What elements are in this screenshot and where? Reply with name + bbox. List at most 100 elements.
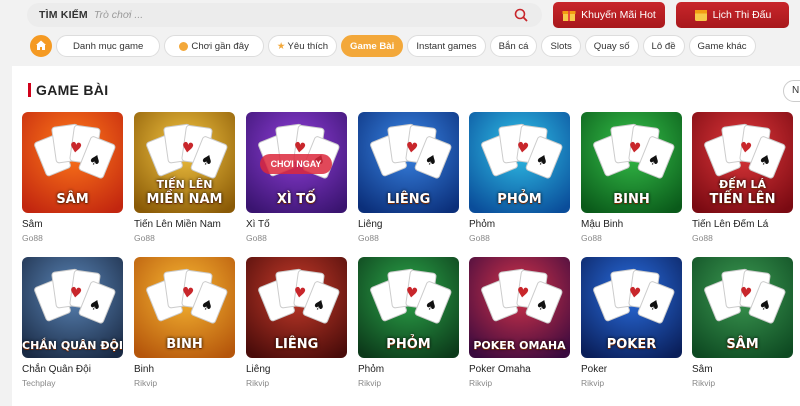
thumbnail-subtitle: ĐẾM LÁ [718, 178, 767, 191]
thumbnail-title: TIẾN LÊN [709, 192, 776, 207]
svg-text:♥: ♥ [738, 140, 753, 158]
thumbnail-title: BINH [613, 192, 650, 207]
game-name: Chắn Quân Đội [22, 364, 91, 375]
game-provider: Go88 [246, 233, 267, 243]
game-name: Poker Omaha [469, 364, 531, 375]
game-provider: Go88 [581, 233, 602, 243]
game-name: Liêng [358, 219, 383, 230]
game-thumbnail[interactable]: ♥ ♠ BINH [581, 112, 682, 213]
game-card[interactable]: ♥ ♠ POKER OMAHA Poker Omaha Rikvip [469, 257, 570, 388]
thumbnail-title: MIỀN NAM [146, 192, 223, 207]
thumbnail-subtitle: TIẾN LÊN [156, 178, 213, 191]
game-provider: Rikvip [134, 378, 158, 388]
thumbnail-title: PHỎM [497, 192, 542, 207]
game-card[interactable]: ♥ ♠ TIẾN LÊN MIỀN NAM Tiến Lên Miền Nam Go88 [134, 112, 235, 243]
game-thumbnail[interactable]: ♥♠XÌ TỐCHƠI NGAY [246, 112, 347, 213]
game-thumbnail[interactable]: ♥ ♠ PHỎM [469, 112, 570, 213]
game-thumbnail[interactable]: ♥ ♠ CHẮN QUÂN ĐỘI [22, 257, 123, 358]
thumbnail-title: LIÊNG [386, 192, 431, 207]
game-name: Poker [581, 364, 608, 375]
schedule-button[interactable]: Lịch Thi Đấu [676, 2, 789, 28]
game-thumbnail[interactable]: ♥ ♠ PHỎM [358, 257, 459, 358]
star-icon: ★ [276, 40, 286, 52]
svg-text:♥: ♥ [404, 140, 419, 158]
tab-label: Instant games [416, 40, 477, 52]
game-provider: Go88 [469, 233, 490, 243]
game-thumbnail[interactable]: ♥ ♠ POKER OMAHA [469, 257, 570, 358]
thumbnail-title: BINH [166, 337, 203, 352]
game-card[interactable]: ♥ ♠ LIÊNG Liêng Go88 [358, 112, 459, 243]
tab-label: Slots [550, 40, 572, 52]
game-card[interactable]: ♥ ♠ PHỎM Phỏm Go88 [469, 112, 570, 243]
search-icon[interactable] [512, 6, 530, 24]
tab-favorites[interactable]: ★ Yêu thích [267, 35, 338, 57]
game-name: Phỏm [358, 364, 385, 375]
gift-icon [562, 8, 576, 22]
game-name: Tiến Lên Miền Nam [134, 219, 221, 230]
tab-ban-ca[interactable]: Bắn cá [489, 35, 538, 57]
svg-text:♥: ♥ [180, 285, 195, 303]
game-name: Liêng [246, 364, 271, 375]
promo-label: Khuyến Mãi Hot [581, 9, 656, 21]
tab-label: Chơi gần đây [191, 40, 249, 52]
promo-button[interactable]: Khuyến Mãi Hot [553, 2, 665, 28]
game-card[interactable]: ♥ ♠ BINH Mậu Binh Go88 [581, 112, 682, 243]
game-name: Mậu Binh [581, 219, 624, 230]
game-thumbnail[interactable]: ♥ ♠ ĐẾM LÁ TIẾN LÊN [692, 112, 793, 213]
section-header: GAME BÀI [28, 82, 108, 98]
game-provider: Go88 [358, 233, 379, 243]
game-card[interactable]: ♥ ♠ SÂM Sâm Go88 [22, 112, 123, 243]
game-card[interactable]: ♥ ♠ LIÊNG Liêng Rikvip [246, 257, 347, 388]
thumbnail-title: POKER [606, 337, 657, 352]
tab-game-khac[interactable]: Game khác [688, 35, 756, 57]
svg-text:♥: ♥ [627, 285, 642, 303]
game-name: Binh [134, 364, 155, 375]
tab-game-bai[interactable]: Game Bài [341, 35, 404, 57]
see-more-button[interactable]: N [783, 80, 800, 102]
thumbnail-title: SÂM [726, 337, 759, 352]
clock-icon [179, 41, 189, 51]
search-input[interactable]: Trò chơi ... [94, 9, 512, 21]
top-bar: TÌM KIẾM Trò chơi ... Khuyến Mãi Hot Lịc… [0, 0, 800, 64]
game-card[interactable]: ♥ ♠ PHỎM Phỏm Rikvip [358, 257, 459, 388]
search-bar[interactable]: TÌM KIẾM Trò chơi ... [27, 3, 542, 27]
game-card[interactable]: ♥ ♠ CHẮN QUÂN ĐỘI Chắn Quân Đội Techplay [22, 257, 123, 388]
game-provider: Techplay [22, 378, 56, 388]
game-thumbnail[interactable]: ♥ ♠ SÂM [22, 112, 123, 213]
game-thumbnail[interactable]: ♥ ♠ POKER [581, 257, 682, 358]
game-card[interactable]: ♥ ♠ POKER Poker Rikvip [581, 257, 682, 388]
game-thumbnail[interactable]: ♥ ♠ TIẾN LÊN MIỀN NAM [134, 112, 235, 213]
thumbnail-title: LIÊNG [274, 337, 319, 352]
game-name: Xì Tố [246, 219, 270, 230]
section-accent-bar [28, 83, 31, 97]
tab-category[interactable]: Danh mục game [56, 35, 161, 57]
tab-label: Yêu thích [287, 40, 329, 52]
svg-text:♥: ♥ [292, 285, 307, 303]
tab-home[interactable] [30, 35, 52, 57]
game-card[interactable]: ♥ ♠ SÂM Sâm Rikvip [692, 257, 793, 388]
game-card[interactable]: ♥ ♠ BINH Binh Rikvip [134, 257, 235, 388]
home-icon [35, 39, 47, 54]
tab-label: Game khác [697, 40, 747, 52]
game-name: Phỏm [469, 219, 496, 230]
category-tabs: Danh mục game Chơi gần đây ★ Yêu thích G… [30, 35, 756, 57]
game-thumbnail[interactable]: ♥ ♠ LIÊNG [246, 257, 347, 358]
search-label: TÌM KIẾM [39, 9, 88, 21]
tab-label: Lô đề [651, 40, 676, 52]
thumbnail-title: SÂM [56, 192, 89, 207]
play-now-button[interactable]: CHƠI NGAY [260, 154, 332, 174]
tab-quay-so[interactable]: Quay số [584, 35, 639, 57]
calendar-icon [694, 8, 708, 22]
game-thumbnail[interactable]: ♥ ♠ LIÊNG [358, 112, 459, 213]
game-thumbnail[interactable]: ♥ ♠ SÂM [692, 257, 793, 358]
svg-text:♥: ♥ [627, 140, 642, 158]
game-card[interactable]: ♥ ♠ ĐẾM LÁ TIẾN LÊN Tiến Lên Đếm Lá Go88 [692, 112, 793, 243]
tab-instant-games[interactable]: Instant games [407, 35, 486, 57]
tab-recent[interactable]: Chơi gần đây [164, 35, 264, 57]
game-thumbnail[interactable]: ♥ ♠ BINH [134, 257, 235, 358]
tab-slots[interactable]: Slots [541, 35, 581, 57]
thumbnail-title: PHỎM [386, 337, 431, 352]
game-provider: Rikvip [358, 378, 382, 388]
game-card[interactable]: ♥♠XÌ TỐCHƠI NGAY Xì Tố Go88 [246, 112, 347, 243]
tab-lo-de[interactable]: Lô đề [642, 35, 685, 57]
